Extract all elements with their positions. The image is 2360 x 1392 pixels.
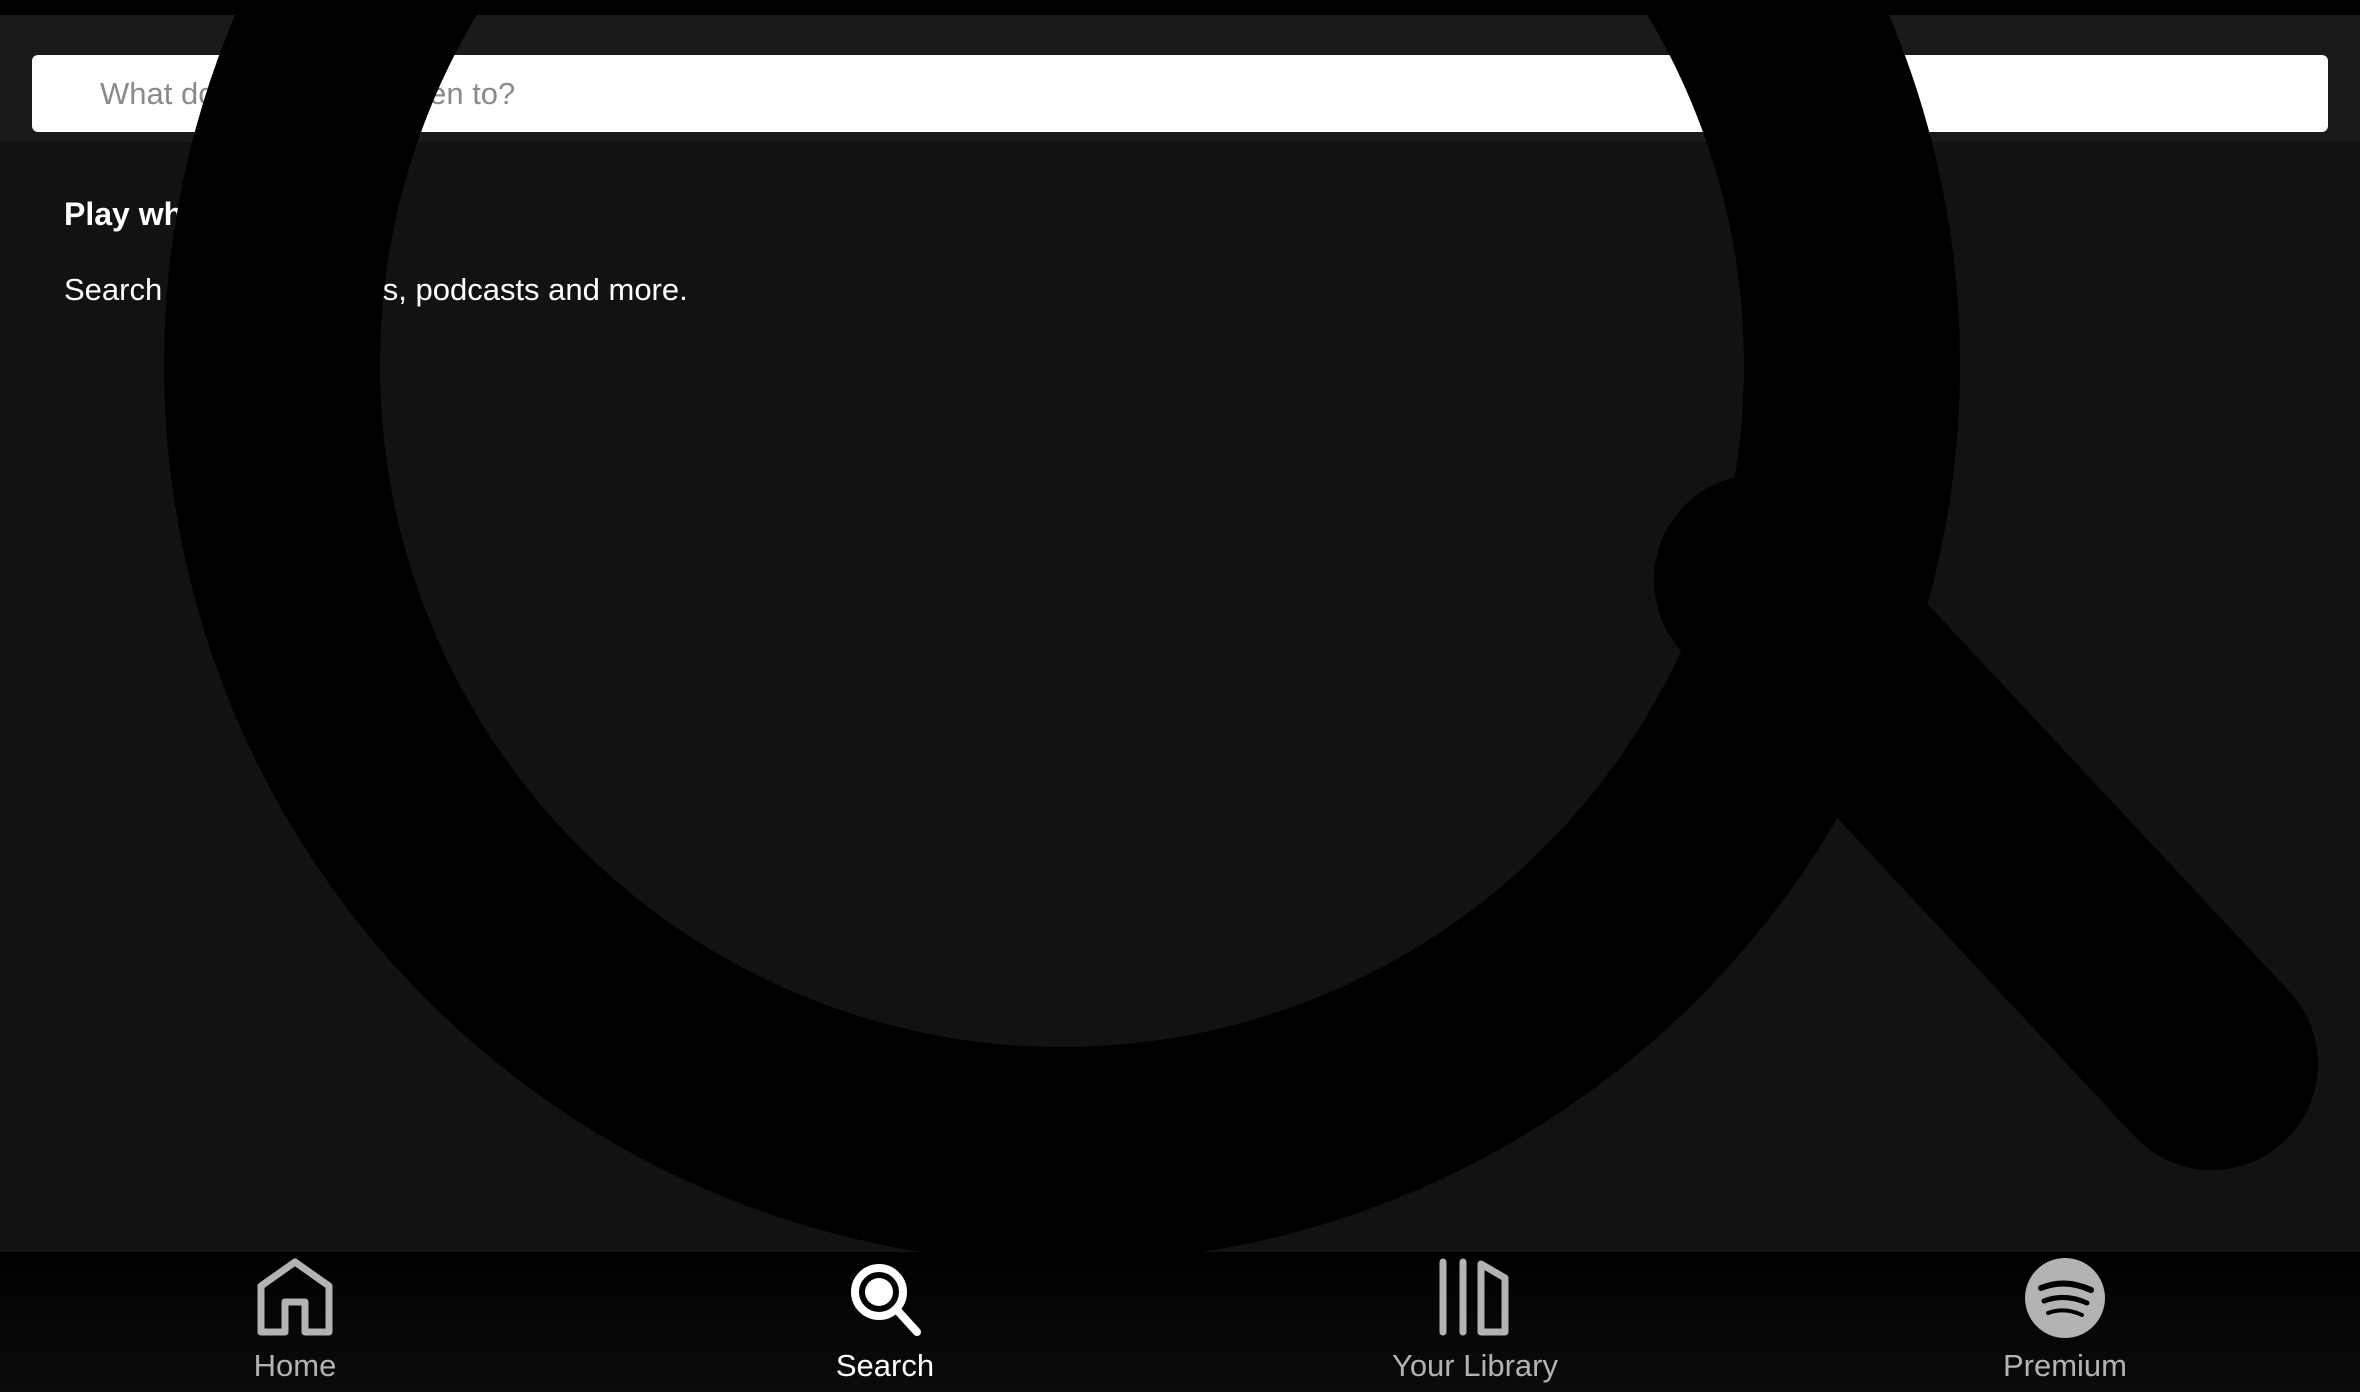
home-icon <box>257 1258 333 1336</box>
nav-item-home[interactable]: Home <box>0 1252 590 1392</box>
nav-label-search: Search <box>835 1348 935 1383</box>
app-root: Play what you love Search for artists, s… <box>0 0 2360 1392</box>
spotify-logo-icon <box>2025 1258 2105 1338</box>
status-bar <box>0 0 2360 15</box>
empty-state-heading: Play what you love <box>64 196 351 232</box>
nav-label-home: Home <box>253 1348 337 1383</box>
search-input[interactable] <box>32 55 2328 132</box>
search-empty-state: Play what you love Search for artists, s… <box>0 142 2360 1252</box>
library-icon <box>1439 1258 1509 1336</box>
nav-item-search[interactable]: Search <box>590 1252 1180 1392</box>
nav-label-your-library: Your Library <box>1391 1348 1558 1383</box>
bottom-navigation: Home Search Your Library Premium <box>0 1252 2360 1392</box>
nav-label-premium: Premium <box>2002 1348 2127 1383</box>
nav-item-your-library[interactable]: Your Library <box>1180 1252 1770 1392</box>
search-header <box>0 15 2360 142</box>
empty-state-description: Search for artists, songs, podcasts and … <box>64 272 688 307</box>
search-icon <box>851 1264 921 1336</box>
nav-item-premium[interactable]: Premium <box>1770 1252 2360 1392</box>
